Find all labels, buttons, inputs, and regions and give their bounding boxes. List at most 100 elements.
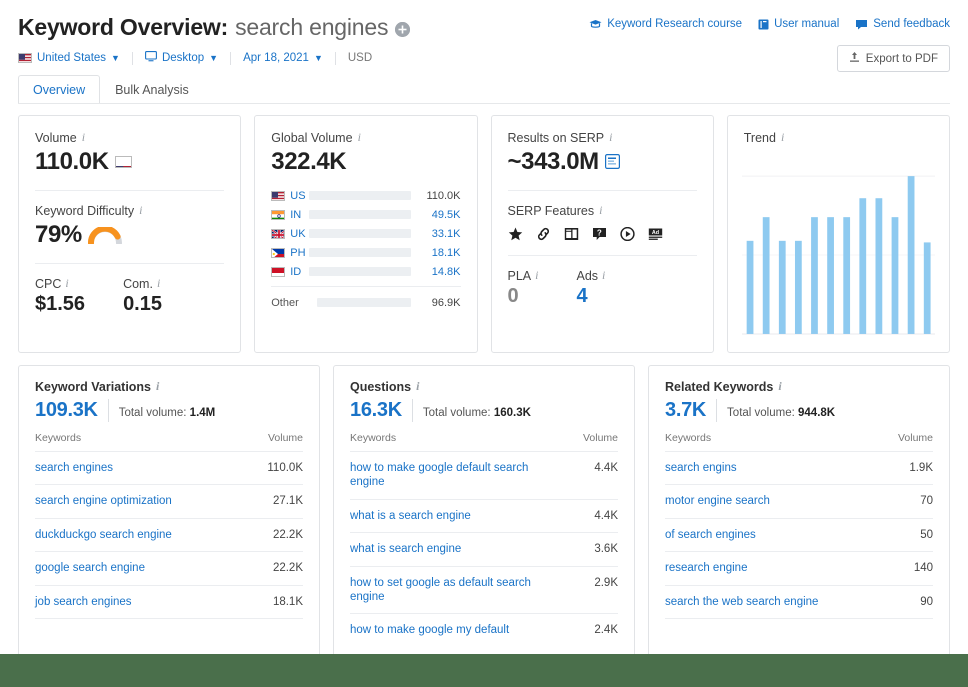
table-row[interactable]: how to make google default search engine… — [350, 452, 618, 500]
info-icon[interactable]: i — [781, 130, 784, 145]
table-row[interactable]: what is a search engine4.4K — [350, 499, 618, 532]
pla-label-row: PLA i — [508, 268, 539, 283]
ads-value[interactable]: 4 — [576, 285, 605, 308]
info-icon[interactable]: i — [416, 379, 419, 394]
keyword-cell[interactable]: how to make google default search engine — [350, 452, 560, 500]
ads-top-icon[interactable]: Ad — [648, 226, 663, 241]
keyword-link[interactable]: search engins — [665, 462, 737, 474]
keyword-cell[interactable]: job search engines — [35, 585, 245, 618]
info-icon[interactable]: i — [535, 268, 538, 283]
info-icon[interactable]: i — [599, 203, 602, 218]
keyword-link[interactable]: how to set google as default search engi… — [350, 577, 531, 603]
table-row[interactable]: duckduckgo search engine22.2K — [35, 518, 303, 551]
divider — [108, 399, 109, 422]
info-icon[interactable]: i — [139, 203, 142, 218]
reviews-star-icon[interactable] — [508, 226, 523, 241]
table-row[interactable]: motor engine search70 — [665, 485, 933, 518]
table-row[interactable]: search engins1.9K — [665, 452, 933, 485]
table-row[interactable]: of search engines50 — [665, 518, 933, 551]
cpc-label-row: CPC i — [35, 276, 85, 291]
table-row[interactable]: what is search engine3.6K — [350, 533, 618, 566]
total-volume-label: Total volume: — [727, 407, 795, 419]
table-row[interactable] — [665, 618, 933, 651]
info-icon[interactable]: i — [157, 276, 160, 291]
info-icon[interactable]: i — [82, 130, 85, 145]
table-row[interactable]: search engines110.0K — [35, 452, 303, 485]
keyword-link[interactable]: what is search engine — [350, 543, 461, 555]
table-row[interactable]: google search engine22.2K — [35, 552, 303, 585]
keyword-cell[interactable]: google search engine — [35, 552, 245, 585]
date-selector[interactable]: Apr 18, 2021 ▼ — [231, 52, 335, 64]
keyword-link[interactable]: what is a search engine — [350, 510, 471, 522]
table-row[interactable]: job search engines18.1K — [35, 585, 303, 618]
country-selector[interactable]: United States ▼ — [18, 52, 132, 64]
table-row[interactable]: research engine 140 — [665, 552, 933, 585]
keyword-cell[interactable]: how to set google as default search engi… — [350, 566, 560, 614]
country-volume-row[interactable]: UK 33.1K — [271, 224, 460, 243]
info-icon[interactable]: i — [156, 379, 159, 394]
keyword-link[interactable]: duckduckgo search engine — [35, 529, 172, 541]
info-icon[interactable]: i — [358, 130, 361, 145]
keyword-cell[interactable]: search engins — [665, 452, 875, 485]
table-row[interactable]: how to set google as default search engi… — [350, 566, 618, 614]
keyword-cell[interactable]: of search engines — [665, 518, 875, 551]
country-volume-row[interactable]: US 110.0K — [271, 186, 460, 205]
keyword-variations-count[interactable]: 109.3K — [35, 399, 98, 422]
table-row[interactable]: search engine optimization27.1K — [35, 485, 303, 518]
info-icon[interactable]: i — [609, 130, 612, 145]
table-row[interactable]: search the web search engine90 — [665, 585, 933, 618]
column-header-volume: Volume — [245, 432, 303, 452]
keyword-research-course-link[interactable]: Keyword Research course — [589, 18, 742, 30]
keyword-link[interactable]: of search engines — [665, 529, 756, 541]
keyword-link[interactable]: research engine — [665, 562, 747, 574]
keyword-link[interactable]: google search engine — [35, 562, 145, 574]
related-keywords-count[interactable]: 3.7K — [665, 399, 706, 422]
volume-cell: 140 — [875, 552, 933, 585]
table-row[interactable]: how to make google my default2.4K — [350, 614, 618, 647]
video-play-icon[interactable] — [620, 226, 635, 241]
keyword-link[interactable]: job search engines — [35, 596, 132, 608]
keyword-cell[interactable]: search engines — [35, 452, 245, 485]
table-row[interactable] — [35, 618, 303, 651]
keyword-cell[interactable]: search engine optimization — [35, 485, 245, 518]
serp-results-icon[interactable] — [605, 148, 620, 176]
questions-count[interactable]: 16.3K — [350, 399, 402, 422]
questions-card: Questions i 16.3K Total volume: 160.3K K… — [333, 365, 635, 665]
send-feedback-link[interactable]: Send feedback — [855, 18, 950, 30]
tab-bulk-analysis[interactable]: Bulk Analysis — [100, 75, 204, 104]
keyword-link[interactable]: motor engine search — [665, 495, 770, 507]
serp-features-label-row: SERP Features i — [508, 203, 697, 218]
faq-question-icon[interactable]: ? — [592, 226, 607, 241]
keyword-cell[interactable]: search the web search engine — [665, 585, 875, 618]
keyword-link[interactable]: how to make google default search engine — [350, 462, 528, 488]
country-volume-row[interactable]: IN 49.5K — [271, 205, 460, 224]
trend-chart[interactable] — [742, 166, 935, 338]
keyword-cell[interactable]: duckduckgo search engine — [35, 518, 245, 551]
keyword-link[interactable]: search engines — [35, 462, 113, 474]
country-volume-row[interactable]: PH 18.1K — [271, 243, 460, 262]
info-icon[interactable]: i — [778, 379, 781, 394]
keyword-link[interactable]: search the web search engine — [665, 596, 818, 608]
export-to-pdf-button[interactable]: Export to PDF — [837, 45, 950, 72]
info-icon[interactable]: i — [602, 268, 605, 283]
keyword-link[interactable]: search engine optimization — [35, 495, 172, 507]
image-pack-icon[interactable] — [564, 226, 579, 241]
info-icon[interactable]: i — [65, 276, 68, 291]
plus-circle-icon[interactable] — [395, 22, 410, 37]
keyword-link[interactable]: how to make google my default — [350, 624, 509, 636]
global-volume-label-row: Global Volume i — [271, 130, 460, 145]
keyword-cell[interactable]: motor engine search — [665, 485, 875, 518]
keyword-cell[interactable]: what is search engine — [350, 533, 560, 566]
divider — [412, 399, 413, 422]
user-manual-link[interactable]: User manual — [758, 18, 839, 30]
difficulty-gauge-icon — [88, 227, 122, 244]
keyword-cell[interactable]: how to make google my default — [350, 614, 560, 647]
keyword-cell[interactable]: research engine — [665, 552, 875, 585]
volume-bar-track — [309, 210, 410, 219]
country-volume-row[interactable]: ID 14.8K — [271, 262, 460, 281]
sitelinks-chain-icon[interactable] — [536, 226, 551, 241]
device-selector[interactable]: Desktop ▼ — [133, 51, 230, 65]
divider — [35, 263, 224, 264]
keyword-cell[interactable]: what is a search engine — [350, 499, 560, 532]
tab-overview[interactable]: Overview — [18, 75, 100, 104]
